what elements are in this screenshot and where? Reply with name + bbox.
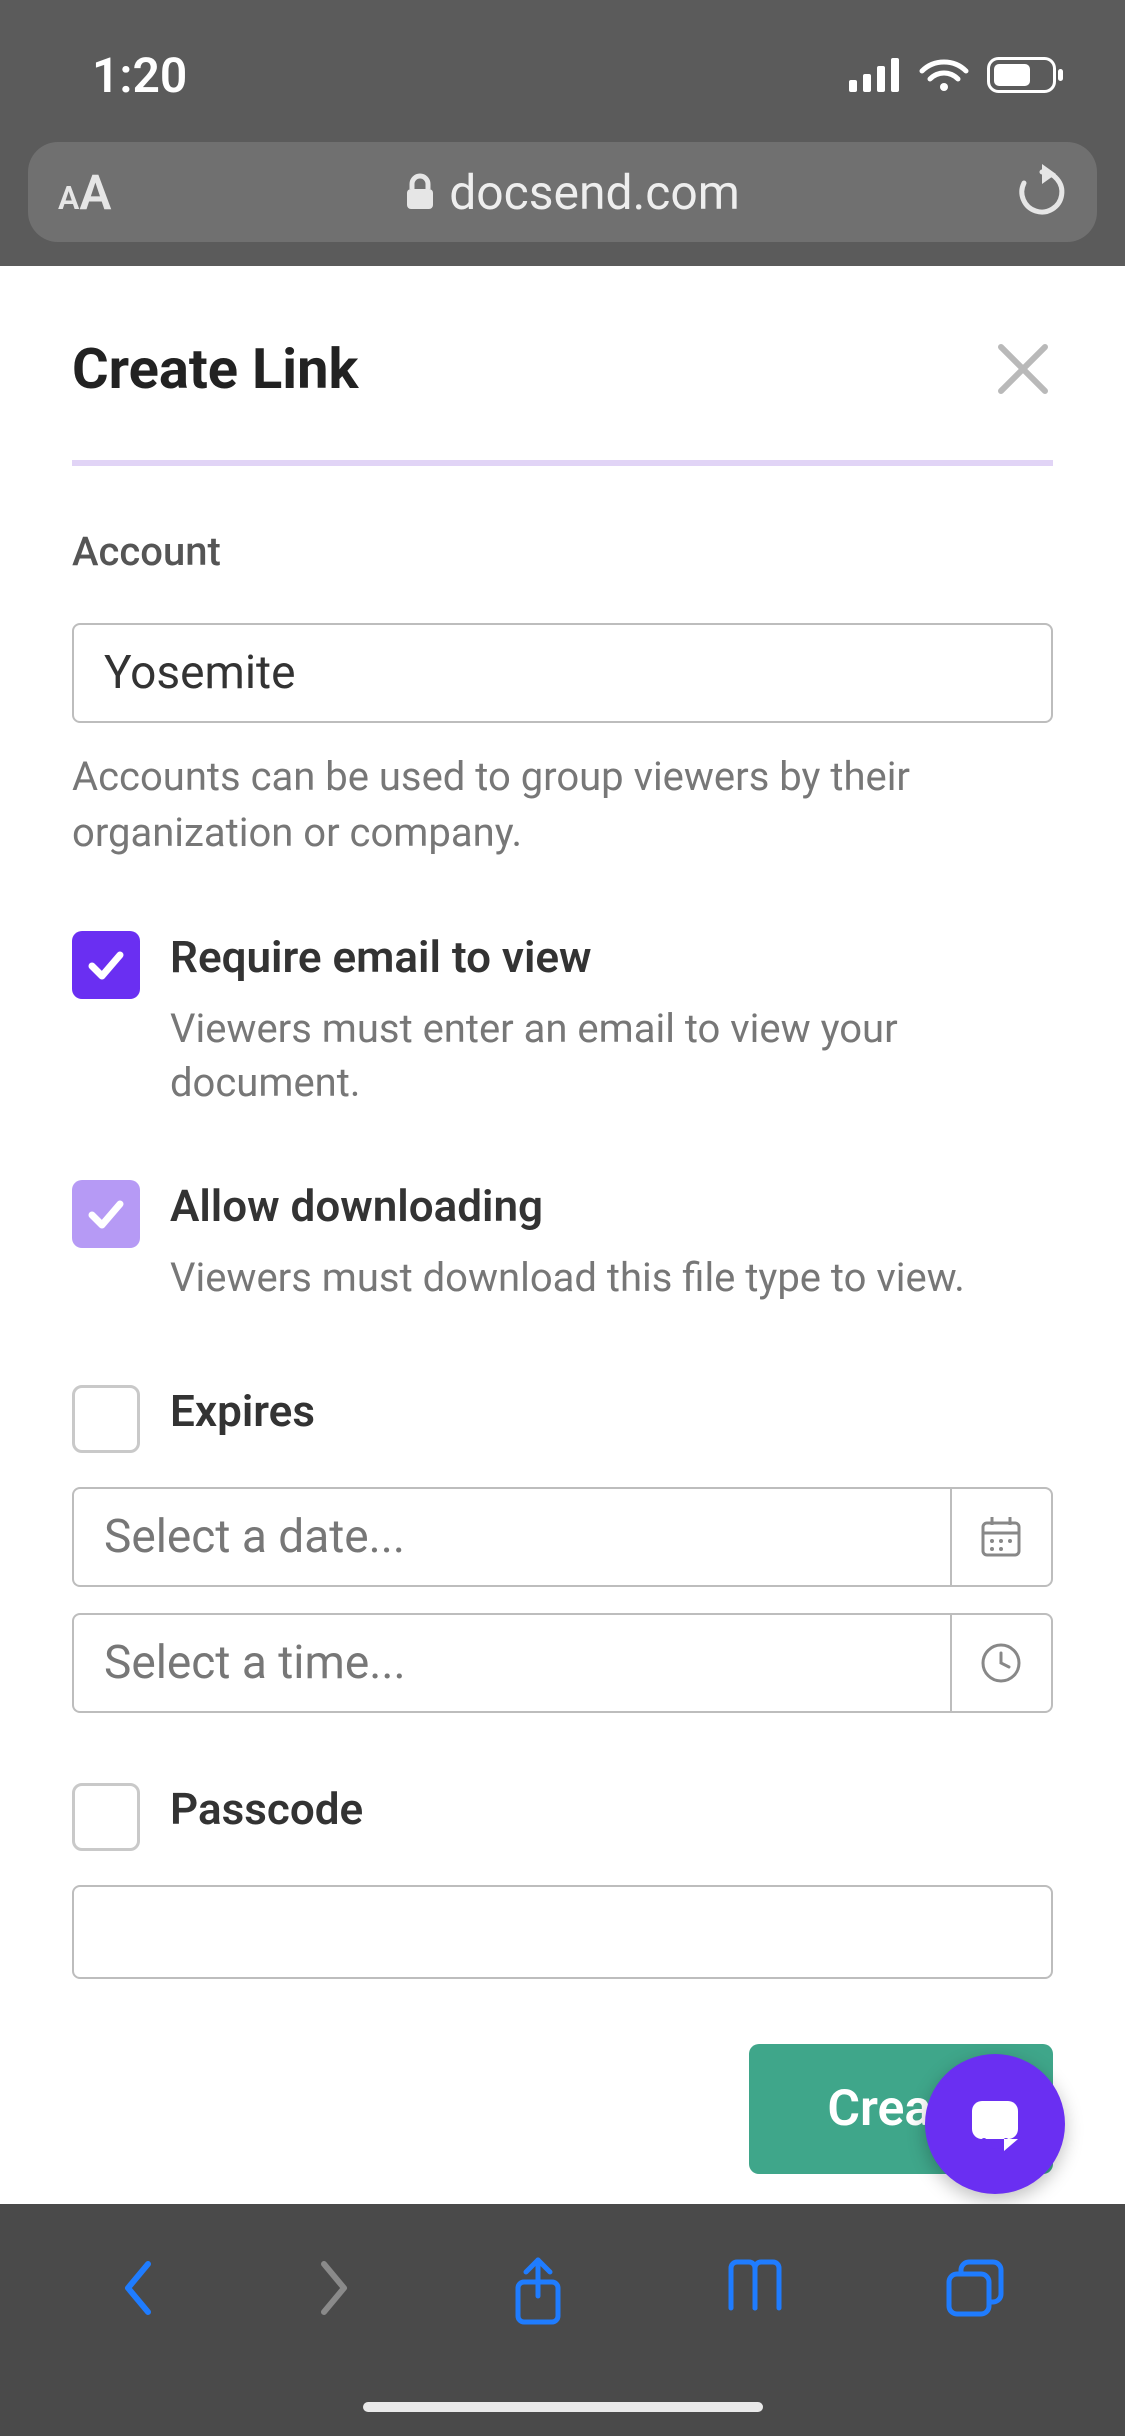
expires-date-placeholder: Select a date... bbox=[104, 1510, 405, 1564]
back-button[interactable] bbox=[118, 2256, 158, 2320]
require-email-desc: Viewers must enter an email to view your… bbox=[170, 1002, 1053, 1110]
battery-icon bbox=[987, 57, 1065, 93]
option-expires: Expires bbox=[72, 1385, 1053, 1453]
check-icon bbox=[84, 1192, 128, 1236]
passcode-title: Passcode bbox=[170, 1783, 1053, 1836]
expires-time-input[interactable]: Select a time... bbox=[72, 1613, 950, 1713]
status-time: 1:20 bbox=[92, 47, 187, 104]
calendar-icon bbox=[977, 1513, 1025, 1561]
expires-date-input[interactable]: Select a date... bbox=[72, 1487, 950, 1587]
account-label: Account bbox=[72, 528, 1053, 575]
expires-time-placeholder: Select a time... bbox=[104, 1636, 406, 1690]
tabs-button[interactable] bbox=[943, 2256, 1007, 2320]
browser-chrome-top: 1:20 AA bbox=[0, 0, 1125, 266]
cellular-icon bbox=[849, 58, 901, 92]
browser-toolbar-bottom bbox=[0, 2204, 1125, 2436]
url-domain: docsend.com bbox=[449, 164, 740, 221]
status-bar: 1:20 bbox=[0, 0, 1125, 130]
expires-checkbox[interactable] bbox=[72, 1385, 140, 1453]
bookmarks-button[interactable] bbox=[723, 2256, 787, 2316]
expires-time-group: Select a time... bbox=[72, 1613, 1053, 1713]
forward-button[interactable] bbox=[314, 2256, 354, 2320]
require-email-checkbox[interactable] bbox=[72, 931, 140, 999]
expires-date-group: Select a date... bbox=[72, 1487, 1053, 1587]
option-passcode: Passcode bbox=[72, 1783, 1053, 1851]
reload-icon[interactable] bbox=[1017, 164, 1067, 220]
time-picker-button[interactable] bbox=[950, 1613, 1053, 1713]
passcode-input[interactable] bbox=[72, 1885, 1053, 1979]
passcode-checkbox[interactable] bbox=[72, 1783, 140, 1851]
modal-create-link: Create Link Account Yosemite Accounts ca… bbox=[0, 266, 1125, 2204]
url-bar[interactable]: AA docsend.com bbox=[28, 142, 1097, 242]
text-size-icon[interactable]: AA bbox=[58, 164, 111, 221]
account-input[interactable]: Yosemite bbox=[72, 623, 1053, 723]
allow-downloading-desc: Viewers must download this file type to … bbox=[170, 1251, 1053, 1305]
account-help: Accounts can be used to group viewers by… bbox=[72, 749, 1053, 861]
home-indicator[interactable] bbox=[363, 2402, 763, 2412]
close-button[interactable] bbox=[993, 339, 1053, 399]
expires-title: Expires bbox=[170, 1385, 1053, 1438]
lock-icon bbox=[405, 173, 435, 211]
clock-icon bbox=[979, 1641, 1023, 1685]
require-email-title: Require email to view bbox=[170, 931, 1053, 984]
date-picker-button[interactable] bbox=[950, 1487, 1053, 1587]
accent-divider bbox=[72, 460, 1053, 466]
status-icons bbox=[849, 57, 1065, 93]
allow-downloading-title: Allow downloading bbox=[170, 1180, 1053, 1233]
option-allow-downloading: Allow downloading Viewers must download … bbox=[72, 1180, 1053, 1305]
option-require-email: Require email to view Viewers must enter… bbox=[72, 931, 1053, 1110]
share-button[interactable] bbox=[510, 2256, 566, 2328]
check-icon bbox=[84, 943, 128, 987]
modal-title: Create Link bbox=[72, 336, 358, 402]
wifi-icon bbox=[919, 57, 969, 93]
chat-widget-button[interactable] bbox=[925, 2054, 1065, 2194]
account-value: Yosemite bbox=[104, 646, 296, 700]
allow-downloading-checkbox[interactable] bbox=[72, 1180, 140, 1248]
chat-icon bbox=[960, 2089, 1030, 2159]
